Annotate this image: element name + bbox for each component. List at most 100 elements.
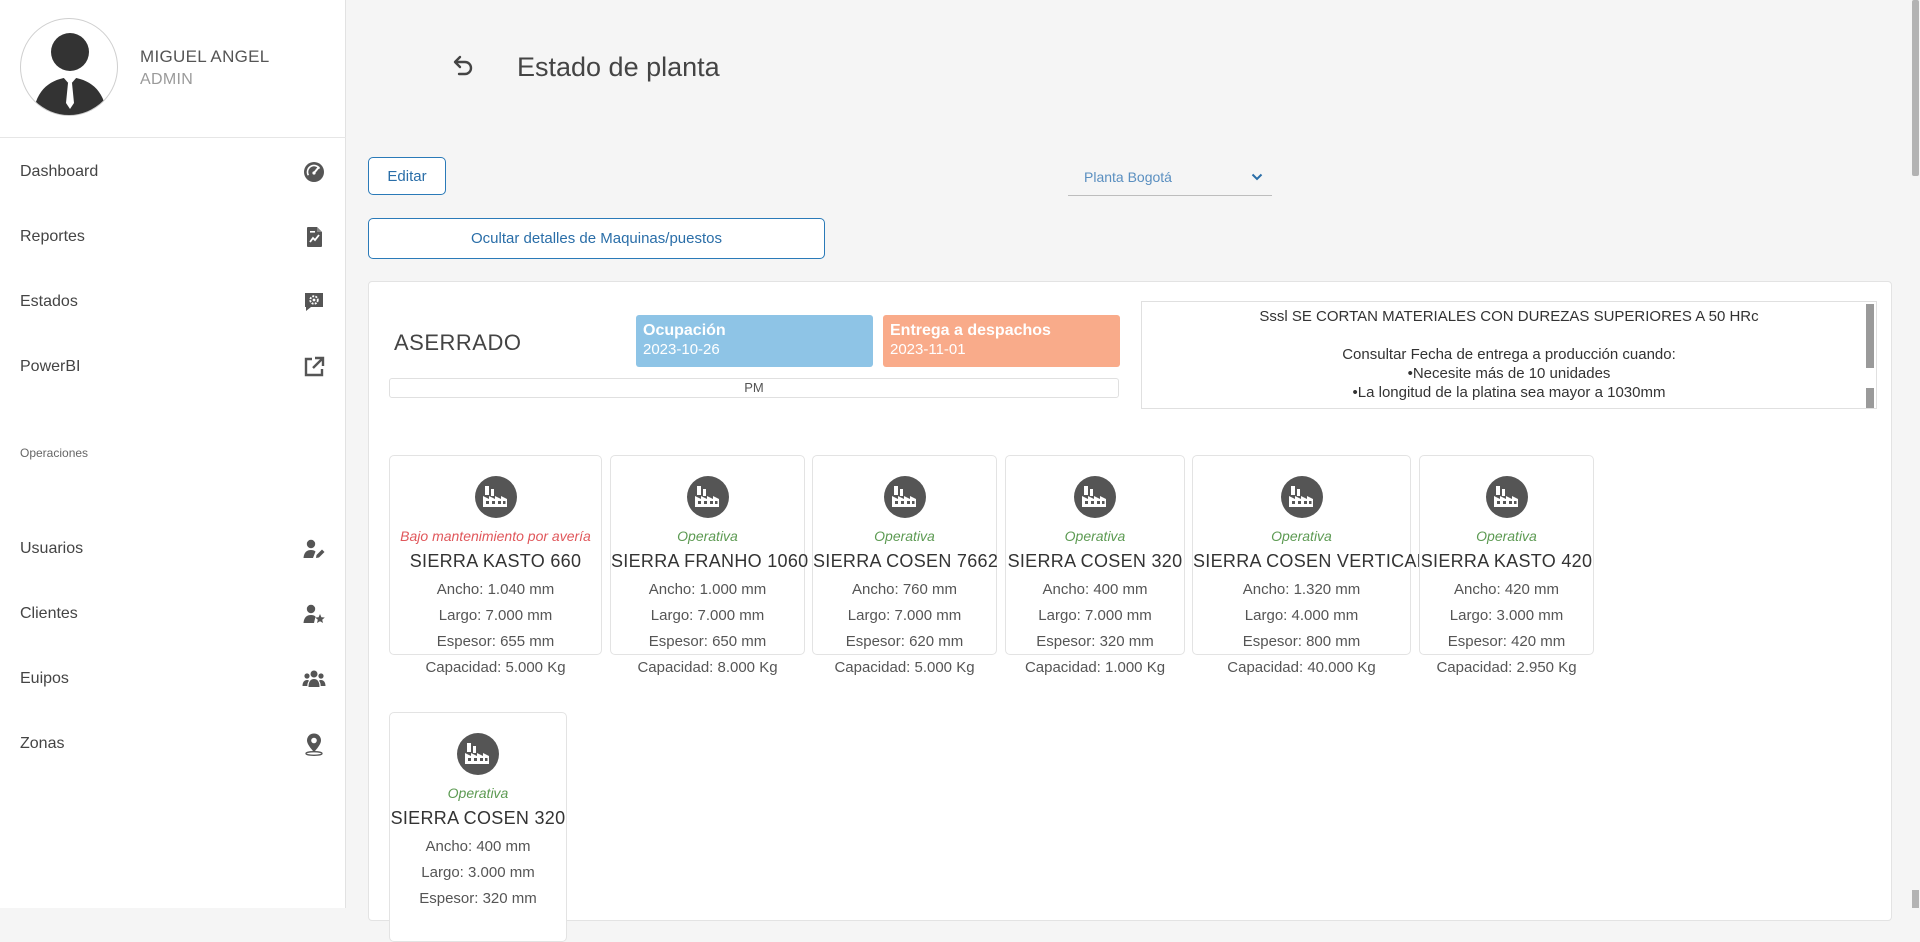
machine-status: Operativa: [1271, 528, 1332, 544]
machine-thickness: Espesor: 620 mm: [845, 633, 964, 650]
machine-status: Operativa: [447, 785, 509, 801]
machine-thickness: Espesor: 650 mm: [648, 633, 767, 650]
user-star-icon: [302, 602, 326, 626]
machine-name: SIERRA KASTO 660: [409, 551, 582, 571]
area-panel: ASERRADO Ocupación 2023-10-26 Entrega a …: [368, 281, 1892, 942]
sidebar-item-dashboard[interactable]: Dashboard: [0, 148, 346, 198]
page-scrollbar-arrow[interactable]: [1912, 890, 1919, 908]
machine-status: Operativa: [677, 528, 738, 544]
occupation-badge: Ocupación 2023-10-26: [636, 315, 873, 367]
machine-card[interactable]: Bajo mantenimiento por avería SIERRA KAS…: [389, 455, 602, 676]
machine-width: Ancho: 420 mm: [1453, 581, 1560, 598]
avatar[interactable]: [20, 18, 118, 116]
machine-width: Ancho: 1.040 mm: [436, 581, 555, 598]
machine-card[interactable]: Operativa SIERRA COSEN 320 Ancho: 400 mm…: [1005, 455, 1185, 676]
report-chart-icon: [302, 225, 326, 249]
sidebar-item-clientes[interactable]: Clientes: [0, 590, 346, 640]
occupation-date: 2023-10-26: [643, 341, 720, 358]
user-role: ADMIN: [140, 71, 194, 88]
sidebar-item-label: Clientes: [20, 605, 78, 622]
sidebar-item-label: Estados: [20, 293, 78, 310]
machine-name: SIERRA FRANHO 1060: [611, 551, 809, 571]
note-line: •Necesite más de 10 unidades: [1407, 365, 1611, 382]
machine-width: Ancho: 1.000 mm: [648, 581, 767, 598]
factory-icon: [474, 475, 518, 519]
plant-select[interactable]: Planta Bogotá: [1068, 160, 1272, 196]
machine-length: Largo: 3.000 mm: [421, 864, 535, 881]
machine-card[interactable]: Operativa SIERRA COSEN VERTICAL Ancho: 1…: [1192, 455, 1428, 676]
machine-width: Ancho: 400 mm: [425, 838, 531, 855]
machine-width: Ancho: 1.320 mm: [1242, 581, 1361, 598]
sidebar-item-euipos[interactable]: Euipos: [0, 655, 346, 705]
machine-name: SIERRA COSEN VERTICAL: [1193, 551, 1428, 571]
machine-thickness: Espesor: 800 mm: [1242, 633, 1361, 650]
machine-length: Largo: 4.000 mm: [1244, 607, 1359, 624]
machine-capacity: Capacidad: 1.000 Kg: [1024, 659, 1166, 676]
machine-thickness: Espesor: 320 mm: [1036, 633, 1154, 650]
user-profile: MIGUEL ANGEL ADMIN: [0, 0, 346, 138]
sidebar-item-label: Reportes: [20, 228, 85, 245]
note-line: Consultar Fecha de entrega a producción …: [1342, 346, 1676, 363]
sidebar-item-label: Euipos: [20, 670, 69, 687]
factory-icon: [456, 732, 500, 776]
delivery-label: Entrega a despachos: [890, 322, 1051, 339]
machine-card[interactable]: Operativa SIERRA KASTO 420 Ancho: 420 mm…: [1419, 455, 1594, 676]
machine-name: SIERRA COSEN 7662: [813, 551, 999, 571]
factory-icon: [1280, 475, 1324, 519]
people-group-icon: [302, 667, 326, 691]
delivery-date: 2023-11-01: [890, 341, 966, 358]
machine-capacity: Capacidad: 5.000 Kg: [425, 659, 566, 676]
external-link-icon: [302, 355, 326, 379]
notes-box[interactable]: Sssl SE CORTAN MATERIALES CON DUREZAS SU…: [1141, 301, 1877, 409]
machine-capacity: Capacidad: 5.000 Kg: [834, 659, 975, 676]
machine-status: Operativa: [1064, 528, 1126, 544]
main-content: Estado de planta Editar Planta Bogotá Oc…: [346, 0, 1920, 942]
notes-scrollbar[interactable]: [1866, 302, 1874, 408]
machine-status: Operativa: [874, 528, 935, 544]
sidebar-item-reportes[interactable]: Reportes: [0, 213, 346, 263]
notes-scrollbar-thumb[interactable]: [1866, 304, 1874, 368]
toggle-details-button[interactable]: Ocultar detalles de Maquinas/puestos: [368, 218, 825, 259]
machine-length: Largo: 7.000 mm: [847, 607, 962, 624]
undo-back-icon[interactable]: [449, 52, 477, 80]
page-scrollbar-thumb[interactable]: [1912, 0, 1919, 176]
note-line: Sssl SE CORTAN MATERIALES CON DUREZAS SU…: [1259, 308, 1759, 325]
machine-card[interactable]: Operativa SIERRA COSEN 7662 Ancho: 760 m…: [812, 455, 999, 676]
sidebar-item-usuarios[interactable]: Usuarios: [0, 525, 346, 575]
page-scrollbar[interactable]: [1911, 0, 1920, 908]
machine-card[interactable]: Operativa SIERRA FRANHO 1060 Ancho: 1.00…: [610, 455, 809, 676]
sidebar-item-powerbi[interactable]: PowerBI: [0, 343, 346, 393]
sidebar-item-label: Zonas: [20, 735, 65, 752]
sidebar-item-label: Dashboard: [20, 163, 99, 180]
occupation-label: Ocupación: [643, 322, 726, 339]
notes-scrollbar-arrow[interactable]: [1866, 388, 1874, 408]
sidebar-item-label: Usuarios: [20, 540, 84, 557]
avatar-silhouette-icon: [33, 33, 107, 115]
machine-status: Operativa: [1476, 528, 1537, 544]
machine-length: Largo: 7.000 mm: [650, 607, 765, 624]
machine-length: Largo: 7.000 mm: [1038, 607, 1152, 624]
machine-name: SIERRA COSEN 320: [1007, 551, 1183, 571]
machine-status: Bajo mantenimiento por avería: [400, 528, 591, 544]
chevron-down-icon: [1250, 170, 1264, 184]
machine-capacity: Capacidad: 40.000 Kg: [1227, 659, 1376, 676]
machine-thickness: Espesor: 420 mm: [1447, 633, 1566, 650]
section-label-operaciones: Operaciones: [20, 446, 89, 460]
edit-button[interactable]: Editar: [368, 157, 446, 195]
plant-select-value: Planta Bogotá: [1084, 169, 1172, 185]
machine-capacity: Capacidad: 8.000 Kg: [637, 659, 778, 676]
page-title: Estado de planta: [517, 52, 720, 82]
chat-gear-icon: [302, 290, 326, 314]
user-edit-icon: [302, 537, 326, 561]
sidebar: MIGUEL ANGEL ADMIN Dashboard Reportes Es…: [0, 0, 346, 908]
sidebar-item-estados[interactable]: Estados: [0, 278, 346, 328]
note-line: [1142, 326, 1876, 345]
machine-thickness: Espesor: 655 mm: [436, 633, 555, 650]
factory-icon: [686, 475, 730, 519]
machine-width: Ancho: 760 mm: [851, 581, 958, 598]
machine-name: SIERRA KASTO 420: [1420, 551, 1593, 571]
sidebar-item-zonas[interactable]: Zonas: [0, 720, 346, 770]
machine-thickness: Espesor: 320 mm: [419, 890, 537, 907]
user-name: MIGUEL ANGEL: [140, 47, 270, 66]
machine-length: Largo: 3.000 mm: [1449, 607, 1564, 624]
